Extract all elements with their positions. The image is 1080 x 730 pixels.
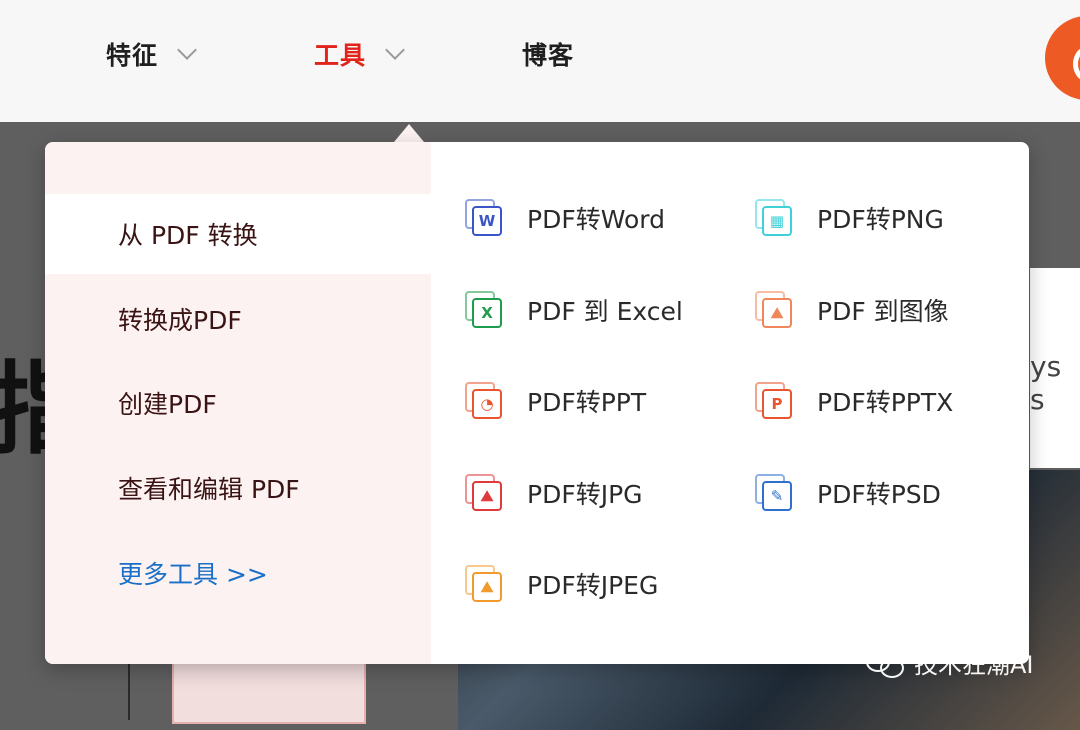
category-view-edit-pdf[interactable]: 查看和编辑 PDF	[45, 448, 431, 528]
category-sidebar: 从 PDF 转换 转换成PDF 创建PDF 查看和编辑 PDF 更多工具 >>	[45, 142, 431, 664]
tool-label: PDF转PNG	[817, 205, 944, 234]
pptx-icon: P	[755, 382, 793, 420]
dropdown-caret	[394, 124, 424, 142]
category-label: 查看和编辑 PDF	[118, 475, 300, 504]
category-convert-from-pdf[interactable]: 从 PDF 转换	[45, 194, 431, 274]
tool-label: PDF转PPT	[527, 388, 647, 417]
category-label: 从 PDF 转换	[118, 221, 258, 250]
psd-icon: ✎	[755, 474, 793, 512]
tool-label: PDF转PSD	[817, 480, 941, 509]
brand-logo[interactable]	[1045, 16, 1080, 100]
tool-label: PDF 到图像	[817, 297, 949, 326]
tool-pdf-to-psd[interactable]: ✎ PDF转PSD	[755, 467, 941, 519]
excel-icon: X	[465, 291, 503, 329]
tool-pdf-to-word[interactable]: W PDF转Word	[465, 192, 665, 244]
tool-label: PDF转JPEG	[527, 571, 659, 600]
jpg-icon: ⛰	[465, 474, 503, 512]
tool-pdf-to-image[interactable]: ⛰ PDF 到图像	[755, 284, 949, 336]
nav-item-features[interactable]: 特征	[106, 32, 197, 76]
tool-label: PDF转Word	[527, 205, 665, 234]
tool-label: PDF转JPG	[527, 480, 643, 509]
tools-dropdown-menu: 从 PDF 转换 转换成PDF 创建PDF 查看和编辑 PDF 更多工具 >> …	[45, 142, 1029, 664]
top-navigation: 特征 工具 博客	[0, 0, 1080, 122]
word-icon: W	[465, 199, 503, 237]
background-text-fragment: ys s	[1030, 350, 1062, 416]
wechat-icon	[866, 650, 906, 678]
watermark: 技术狂潮AI	[866, 645, 1034, 680]
tool-pdf-to-ppt[interactable]: ◔ PDF转PPT	[465, 375, 646, 427]
tool-label: PDF转PPTX	[817, 388, 954, 417]
nav-label-features: 特征	[106, 41, 159, 70]
nav-label-blog: 博客	[522, 41, 575, 70]
jpeg-icon: ⛰	[465, 565, 503, 603]
logo-icon	[1073, 46, 1080, 82]
category-convert-to-pdf[interactable]: 转换成PDF	[45, 279, 431, 359]
category-label: 创建PDF	[118, 390, 217, 419]
watermark-text: 技术狂潮AI	[914, 651, 1034, 679]
more-tools-link[interactable]: 更多工具 >>	[45, 533, 431, 613]
ppt-icon: ◔	[465, 382, 503, 420]
tool-label: PDF 到 Excel	[527, 297, 683, 326]
png-icon: ▦	[755, 199, 793, 237]
chevron-down-icon	[177, 40, 197, 60]
category-label: 转换成PDF	[118, 306, 242, 335]
more-tools-label: 更多工具 >>	[118, 560, 268, 589]
tool-pdf-to-png[interactable]: ▦ PDF转PNG	[755, 192, 944, 244]
tool-pdf-to-jpeg[interactable]: ⛰ PDF转JPEG	[465, 558, 658, 610]
image-icon: ⛰	[755, 291, 793, 329]
nav-item-blog[interactable]: 博客	[522, 32, 574, 76]
nav-label-tools: 工具	[314, 41, 367, 70]
tool-pdf-to-jpg[interactable]: ⛰ PDF转JPG	[465, 467, 643, 519]
chevron-down-icon	[385, 40, 405, 60]
tool-pdf-to-excel[interactable]: X PDF 到 Excel	[465, 284, 683, 336]
nav-item-tools[interactable]: 工具	[314, 32, 405, 76]
tool-pdf-to-pptx[interactable]: P PDF转PPTX	[755, 375, 953, 427]
category-create-pdf[interactable]: 创建PDF	[45, 363, 431, 443]
